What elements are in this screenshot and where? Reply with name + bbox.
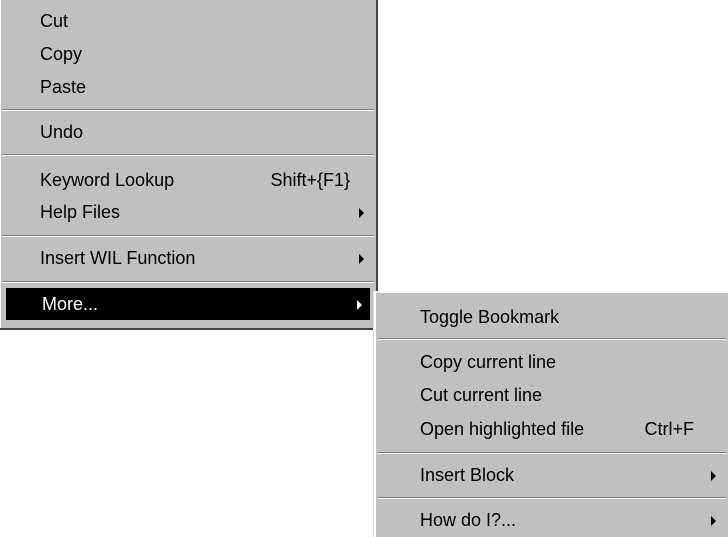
- menu-item-how-do-i[interactable]: How do I?...: [380, 504, 724, 537]
- context-menu: Cut Copy Paste Undo Keyword Lookup Shift…: [0, 0, 378, 330]
- menu-item-label: Toggle Bookmark: [420, 307, 560, 327]
- shortcut-label: Ctrl+F: [644, 419, 695, 439]
- menu-separator: [2, 154, 374, 156]
- menu-item-insert-block[interactable]: Insert Block: [380, 459, 724, 492]
- menu-item-copy-current-line[interactable]: Copy current line: [380, 346, 724, 379]
- menu-item-toggle-bookmark[interactable]: Toggle Bookmark: [380, 301, 724, 334]
- menu-item-label: Open highlighted file: [420, 419, 585, 439]
- menu-separator: [2, 281, 374, 283]
- menu-item-label: Keyword Lookup: [40, 170, 175, 190]
- shortcut-label: Shift+{F1}: [270, 170, 350, 190]
- menu-item-label: Cut: [40, 11, 69, 31]
- submenu-arrow-icon: [357, 300, 362, 310]
- submenu-arrow-icon: [359, 208, 364, 218]
- menu-item-paste[interactable]: Paste: [4, 71, 372, 104]
- menu-item-help-files[interactable]: Help Files: [4, 196, 372, 229]
- menu-item-cut[interactable]: Cut: [4, 5, 372, 38]
- menu-item-label: Copy: [40, 44, 83, 64]
- menu-item-label: Insert WIL Function: [40, 248, 196, 268]
- more-submenu: Toggle Bookmark Copy current line Cut cu…: [374, 291, 728, 537]
- menu-item-label: Help Files: [40, 202, 121, 222]
- submenu-arrow-icon: [711, 516, 716, 526]
- menu-item-copy[interactable]: Copy: [4, 38, 372, 71]
- submenu-arrow-icon: [359, 254, 364, 264]
- menu-item-open-highlighted-file[interactable]: Open highlighted file Ctrl+F: [380, 413, 724, 446]
- menu-separator: [378, 497, 726, 499]
- menu-item-cut-current-line[interactable]: Cut current line: [380, 379, 724, 412]
- menu-item-label: Copy current line: [420, 352, 557, 372]
- menu-item-label: Paste: [40, 77, 87, 97]
- menu-separator: [378, 338, 726, 340]
- menu-item-undo[interactable]: Undo: [4, 116, 372, 149]
- menu-item-label: Insert Block: [420, 465, 515, 485]
- menu-item-more[interactable]: More...: [6, 288, 370, 320]
- menu-separator: [2, 235, 374, 237]
- menu-separator: [2, 109, 374, 111]
- menu-item-keyword-lookup[interactable]: Keyword Lookup Shift+{F1}: [4, 164, 372, 197]
- menu-item-label: How do I?...: [420, 510, 517, 530]
- menu-item-label: Undo: [40, 122, 84, 142]
- menu-item-label: More...: [42, 294, 99, 314]
- submenu-arrow-icon: [711, 471, 716, 481]
- menu-item-label: Cut current line: [420, 385, 543, 405]
- menu-item-insert-wil-function[interactable]: Insert WIL Function: [4, 242, 372, 275]
- menu-separator: [378, 452, 726, 454]
